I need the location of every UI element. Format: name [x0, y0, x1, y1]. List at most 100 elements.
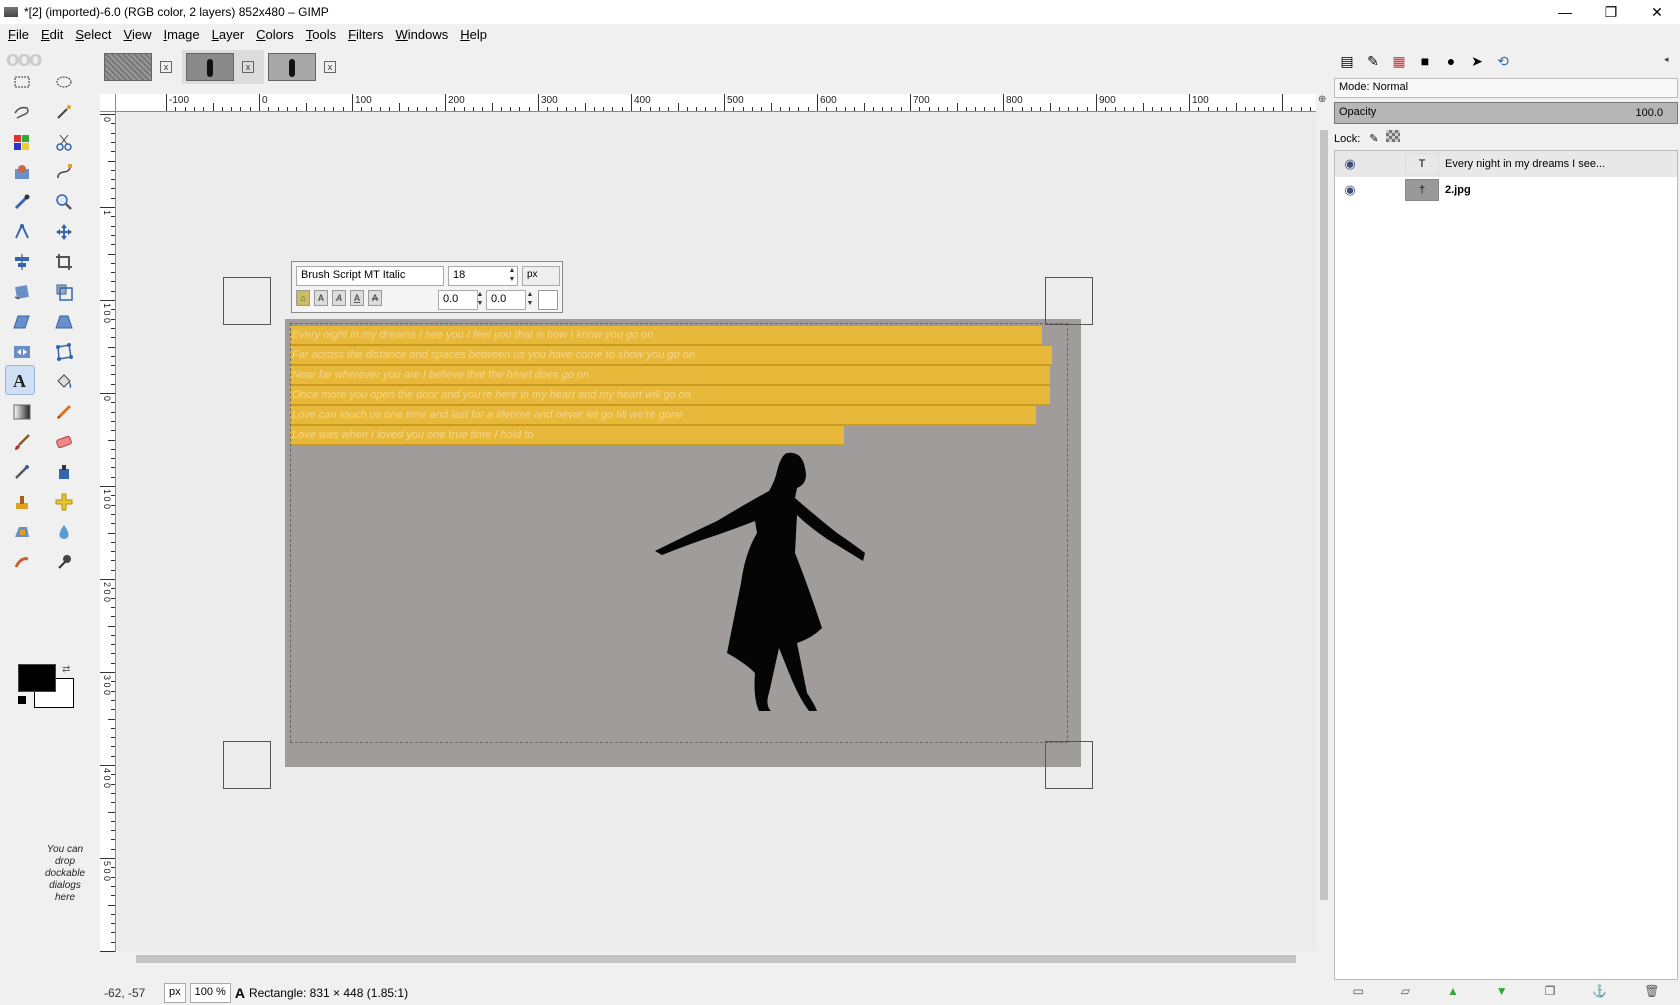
menu-help[interactable]: Help: [460, 27, 487, 42]
menu-filters[interactable]: Filters: [348, 27, 383, 42]
opacity-slider[interactable]: Opacity 100.0: [1334, 102, 1678, 124]
undo-tab-icon[interactable]: ⟲: [1490, 48, 1516, 74]
crop-icon[interactable]: [50, 248, 78, 276]
zoom-select[interactable]: 100 %: [189, 982, 231, 1003]
image-tab-1[interactable]: x: [100, 50, 182, 84]
text-tool-icon[interactable]: A: [5, 365, 35, 395]
font-name-field[interactable]: Brush Script MT Italic: [296, 266, 444, 286]
anchor-layer-icon[interactable]: ⚓: [1592, 984, 1607, 1004]
tab-close-icon[interactable]: x: [324, 61, 336, 73]
scale-icon[interactable]: [50, 278, 78, 306]
font-size-spinner-icon[interactable]: ▲ ▼: [508, 266, 516, 286]
layer-mode-select[interactable]: Mode: Normal: [1334, 78, 1678, 98]
menu-tools[interactable]: Tools: [306, 27, 336, 42]
tab-close-icon[interactable]: x: [242, 61, 254, 73]
ink-icon[interactable]: [50, 458, 78, 486]
ellipse-select-icon[interactable]: [50, 68, 78, 96]
tab-close-icon[interactable]: x: [160, 61, 172, 73]
perspective-icon[interactable]: [50, 308, 78, 336]
perspective-clone-icon[interactable]: [8, 518, 36, 546]
vertical-scroll-thumb[interactable]: [1320, 130, 1328, 900]
selection-handle-br[interactable]: [1045, 741, 1093, 789]
alignment-icon[interactable]: [8, 248, 36, 276]
image-tab-2[interactable]: x: [182, 50, 264, 84]
bold-button[interactable]: A: [314, 290, 328, 306]
horizontal-scrollbar[interactable]: [116, 952, 1316, 966]
minimize-button[interactable]: —: [1542, 0, 1588, 24]
foreground-color-swatch[interactable]: [18, 664, 56, 692]
font-unit-select[interactable]: px: [522, 266, 560, 286]
baseline-field[interactable]: 0.0: [438, 290, 478, 310]
menu-layer[interactable]: Layer: [212, 27, 245, 42]
unified-transform-icon[interactable]: [8, 278, 36, 306]
canvas-viewport[interactable]: Every night in my dreams I see you I fee…: [117, 113, 1317, 951]
menu-colors[interactable]: Colors: [256, 27, 294, 42]
raise-layer-icon[interactable]: ▲: [1447, 984, 1459, 1004]
vertical-scrollbar[interactable]: [1318, 114, 1330, 950]
italic-button[interactable]: A: [332, 290, 346, 306]
heal-icon[interactable]: [50, 488, 78, 516]
text-color-swatch[interactable]: [538, 290, 558, 310]
menu-file[interactable]: File: [8, 27, 29, 42]
layer-row[interactable]: ◉ † 2.jpg: [1335, 177, 1677, 203]
layer-row[interactable]: ◉ T Every night in my dreams I see...: [1335, 151, 1677, 177]
channels-tab-icon[interactable]: ▦: [1386, 48, 1412, 74]
airbrush-icon[interactable]: [8, 458, 36, 486]
flip-icon[interactable]: [8, 338, 36, 366]
move-icon[interactable]: [50, 218, 78, 246]
visibility-eye-icon[interactable]: ◉: [1335, 156, 1365, 172]
blur-icon[interactable]: [50, 518, 78, 546]
dodge-burn-icon[interactable]: [50, 548, 78, 576]
paintbrush-icon[interactable]: [8, 428, 36, 456]
smudge-icon[interactable]: [8, 548, 36, 576]
menu-view[interactable]: View: [124, 27, 152, 42]
lock-pixels-icon[interactable]: ✎: [1369, 133, 1378, 145]
menu-select[interactable]: Select: [75, 27, 111, 42]
lock-alpha-icon[interactable]: [1385, 130, 1400, 142]
ruler-corner-icon[interactable]: [100, 94, 116, 112]
kerning-spinner-icon[interactable]: ▲ ▼: [526, 290, 534, 310]
eraser-icon[interactable]: [50, 428, 78, 456]
new-layer-group-icon[interactable]: ▱: [1401, 984, 1410, 1004]
underline-button[interactable]: A: [350, 290, 364, 306]
zoom-fit-icon[interactable]: ⊕: [1318, 94, 1330, 112]
swap-colors-icon[interactable]: ⇄: [62, 664, 70, 675]
close-button[interactable]: ✕: [1634, 0, 1680, 24]
paths-icon[interactable]: [50, 158, 78, 186]
menu-image[interactable]: Image: [163, 27, 199, 42]
rect-select-icon[interactable]: [8, 68, 36, 96]
maximize-button[interactable]: ❐: [1588, 0, 1634, 24]
bucket-fill-icon[interactable]: [50, 368, 78, 396]
free-select-icon[interactable]: [8, 98, 36, 126]
colors-tab-icon[interactable]: ■: [1412, 48, 1438, 74]
lower-layer-icon[interactable]: ▼: [1496, 984, 1508, 1004]
shear-icon[interactable]: [8, 308, 36, 336]
strikethrough-button[interactable]: A: [368, 290, 382, 306]
scissors-select-icon[interactable]: [50, 128, 78, 156]
select-by-color-icon[interactable]: [8, 128, 36, 156]
horizontal-ruler[interactable]: -100 0 100 200 300 400 500 600 700 800 900 100: [116, 94, 1316, 112]
unit-select[interactable]: px: [164, 982, 186, 1003]
zoom-icon[interactable]: [50, 188, 78, 216]
layers-tab-icon[interactable]: ▤: [1334, 48, 1360, 74]
kerning-field[interactable]: 0.0: [486, 290, 526, 310]
brushes-tab-icon[interactable]: ●: [1438, 48, 1464, 74]
color-picker-icon[interactable]: [8, 188, 36, 216]
paths-tab-icon[interactable]: ✎: [1360, 48, 1386, 74]
selection-handle-bl[interactable]: [223, 741, 271, 789]
pencil-icon[interactable]: [50, 398, 78, 426]
image-tab-3[interactable]: x: [264, 50, 346, 84]
menu-edit[interactable]: Edit: [41, 27, 63, 42]
dock-menu-icon[interactable]: ◂: [1664, 54, 1676, 66]
gradient-icon[interactable]: [8, 398, 36, 426]
clear-style-icon[interactable]: ⌂: [296, 290, 310, 306]
cage-transform-icon[interactable]: [50, 338, 78, 366]
selection-handle-tl[interactable]: [223, 277, 271, 325]
vertical-ruler[interactable]: 011 0 001 0 02 0 03 0 04 0 05 0 06 0 0: [100, 112, 116, 952]
measure-icon[interactable]: [8, 218, 36, 246]
new-layer-icon[interactable]: ▭: [1352, 984, 1363, 1004]
duplicate-layer-icon[interactable]: ❐: [1545, 984, 1556, 1004]
foreground-select-icon[interactable]: [8, 158, 36, 186]
horizontal-scroll-thumb[interactable]: [136, 955, 1296, 963]
selection-handle-tr[interactable]: [1045, 277, 1093, 325]
